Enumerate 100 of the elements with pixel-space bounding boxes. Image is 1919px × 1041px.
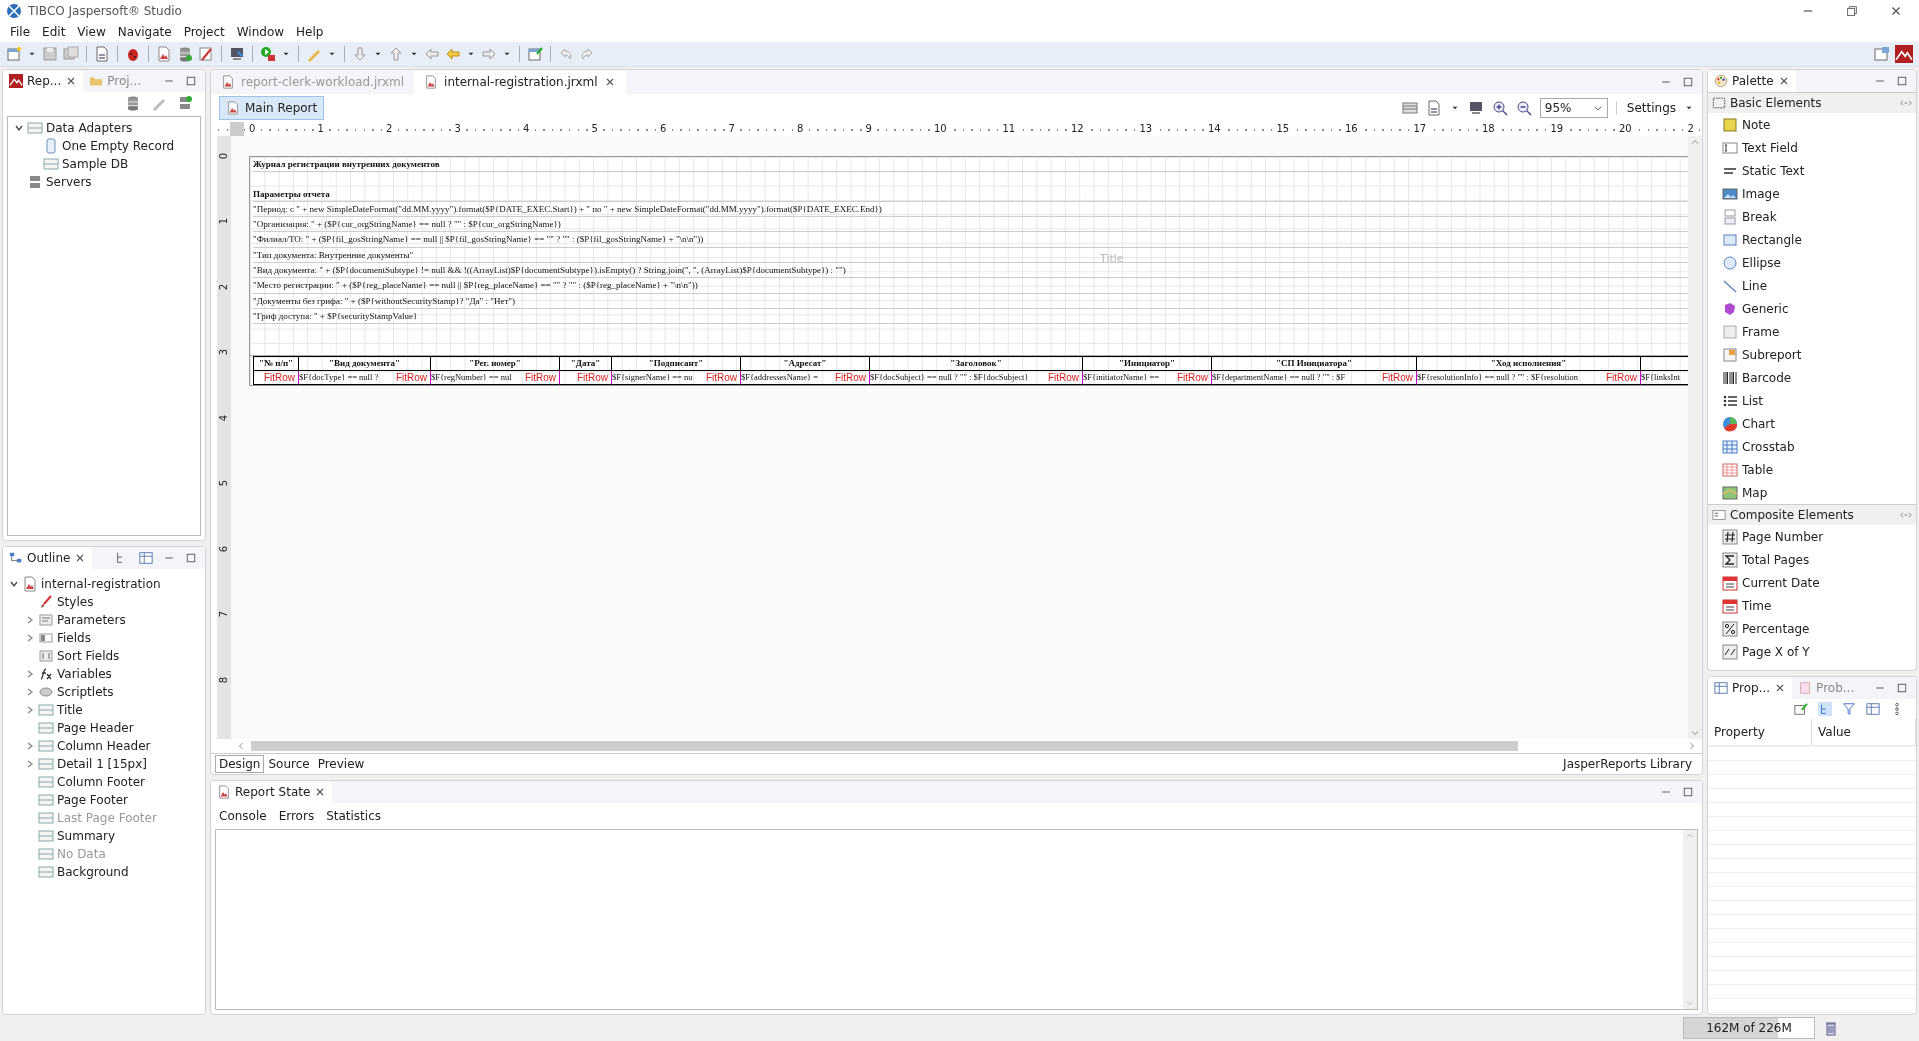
- layout-icon[interactable]: [1401, 100, 1418, 116]
- maximize-icon[interactable]: [185, 75, 197, 87]
- server-add-icon[interactable]: [177, 95, 193, 111]
- thumbnail-icon[interactable]: [139, 551, 153, 565]
- palette-item[interactable]: Page Number: [1742, 529, 1824, 544]
- tree-item[interactable]: Variables: [57, 667, 112, 681]
- maximize-icon[interactable]: [1896, 75, 1908, 87]
- binary-file-icon[interactable]: [94, 46, 110, 62]
- run-icon[interactable]: [260, 46, 276, 62]
- palette-item[interactable]: Crosstab: [1742, 439, 1795, 454]
- palette-item[interactable]: Break: [1742, 209, 1777, 224]
- collapse-icon[interactable]: [1900, 97, 1912, 109]
- editor-mode-tab[interactable]: Source: [264, 755, 314, 773]
- panel-tab[interactable]: Report State: [211, 781, 333, 803]
- menu-item[interactable]: View: [71, 25, 112, 39]
- palette-item[interactable]: Current Date: [1742, 575, 1820, 590]
- image-file-icon[interactable]: [156, 46, 172, 62]
- tree-item[interactable]: Sample DB: [62, 157, 129, 171]
- up-arrow-icon[interactable]: [388, 46, 404, 62]
- tree-item[interactable]: Title: [57, 703, 83, 717]
- tree-item[interactable]: Background: [57, 865, 129, 879]
- tree-item[interactable]: Fields: [57, 631, 91, 645]
- menu-item[interactable]: Project: [177, 25, 231, 39]
- trash-icon[interactable]: [1823, 1020, 1839, 1036]
- panel-tab[interactable]: Rep...: [3, 70, 84, 92]
- palette-item[interactable]: Note: [1742, 117, 1771, 132]
- pin-icon[interactable]: [1794, 702, 1808, 716]
- tree-item[interactable]: Summary: [57, 829, 115, 843]
- palette-item[interactable]: Chart: [1742, 416, 1775, 431]
- palette-item[interactable]: Total Pages: [1742, 552, 1810, 567]
- save-all-icon[interactable]: [63, 46, 79, 62]
- console-tab[interactable]: Console: [219, 809, 267, 823]
- palette-item[interactable]: Frame: [1742, 324, 1780, 339]
- window-icon[interactable]: [1866, 702, 1880, 716]
- tree-item[interactable]: internal-registration: [41, 577, 161, 591]
- tree-item[interactable]: Column Footer: [57, 775, 145, 789]
- menu-item[interactable]: Window: [230, 25, 291, 39]
- panel-tab[interactable]: Prop...: [1708, 677, 1793, 699]
- panel-tab[interactable]: Outline: [3, 547, 93, 569]
- zoom-in-icon[interactable]: [1491, 100, 1508, 116]
- palette-item[interactable]: Subreport: [1742, 347, 1802, 362]
- tree-item[interactable]: Column Header: [57, 739, 151, 753]
- down-arrow-icon[interactable]: [352, 46, 368, 62]
- maximize-icon[interactable]: [1682, 786, 1694, 798]
- save-icon[interactable]: [42, 46, 58, 62]
- zoom-dropdown[interactable]: 95%: [1539, 98, 1608, 118]
- palette-item[interactable]: Percentage: [1742, 621, 1810, 636]
- palette-item[interactable]: Page X of Y: [1742, 644, 1810, 659]
- palette-item[interactable]: Static Text: [1742, 163, 1805, 178]
- tree-item[interactable]: Data Adapters: [46, 121, 133, 135]
- undo-icon[interactable]: [558, 46, 574, 62]
- tree-item[interactable]: Page Footer: [57, 793, 129, 807]
- palette-item[interactable]: Text Field: [1742, 140, 1798, 155]
- scrollbar-thumb[interactable]: [251, 741, 1518, 751]
- left-arrow-icon[interactable]: [445, 46, 461, 62]
- tree-item[interactable]: One Empty Record: [62, 139, 175, 153]
- palette-item[interactable]: List: [1742, 393, 1763, 408]
- console-tab[interactable]: Statistics: [326, 809, 381, 823]
- database-add-icon[interactable]: [125, 95, 141, 111]
- palette-item[interactable]: Time: [1742, 598, 1772, 613]
- editor-mode-tab[interactable]: Preview: [313, 755, 369, 773]
- tree-item[interactable]: Servers: [46, 175, 92, 189]
- report-perspective-icon[interactable]: [1895, 45, 1913, 63]
- main-report-button[interactable]: Main Report: [219, 96, 325, 120]
- open-perspective-icon[interactable]: [1874, 46, 1890, 62]
- redo-icon[interactable]: [579, 46, 595, 62]
- back-arrow-icon[interactable]: [424, 46, 440, 62]
- zoom-out-icon[interactable]: [1515, 100, 1532, 116]
- binary-file-icon[interactable]: [1425, 100, 1442, 116]
- filter-icon[interactable]: [1842, 702, 1856, 716]
- right-arrow-icon[interactable]: [481, 46, 497, 62]
- editor-mode-tab[interactable]: Design: [215, 755, 265, 773]
- palette-item[interactable]: Table: [1742, 462, 1774, 477]
- palette-item[interactable]: Rectangle: [1742, 232, 1802, 247]
- tree-item[interactable]: Styles: [57, 595, 94, 609]
- tree-view-icon[interactable]: [1818, 702, 1832, 716]
- editor-tab[interactable]: internal-registration.jrxml: [414, 70, 626, 94]
- palette-item[interactable]: Barcode: [1742, 370, 1792, 385]
- menu-item[interactable]: Edit: [36, 25, 72, 39]
- tree-item[interactable]: Parameters: [57, 613, 126, 627]
- palette-item[interactable]: Generic: [1742, 301, 1789, 316]
- settings-dropdown[interactable]: Settings: [1615, 101, 1694, 115]
- new-file-icon[interactable]: [6, 46, 22, 62]
- palette-item[interactable]: Line: [1742, 278, 1767, 293]
- bug-icon[interactable]: [125, 46, 141, 62]
- tree-item[interactable]: Detail 1 [15px]: [57, 757, 147, 771]
- maximize-icon[interactable]: [1682, 76, 1694, 88]
- panel-tab[interactable]: Palette: [1708, 70, 1796, 92]
- monitor-icon[interactable]: [1467, 100, 1484, 116]
- palette-item[interactable]: Map: [1742, 485, 1768, 500]
- maximize-icon[interactable]: [1896, 682, 1908, 694]
- restore-icon[interactable]: [1845, 4, 1859, 18]
- menu-item[interactable]: Navigate: [111, 25, 178, 39]
- database-add-icon[interactable]: [177, 46, 193, 62]
- collapse-icon[interactable]: [1900, 509, 1912, 521]
- tree-item[interactable]: Sort Fields: [57, 649, 120, 663]
- monitor-icon[interactable]: [229, 46, 245, 62]
- window-pin-icon[interactable]: [527, 46, 543, 62]
- palette-item[interactable]: Image: [1742, 186, 1780, 201]
- tree-item[interactable]: Page Header: [57, 721, 134, 735]
